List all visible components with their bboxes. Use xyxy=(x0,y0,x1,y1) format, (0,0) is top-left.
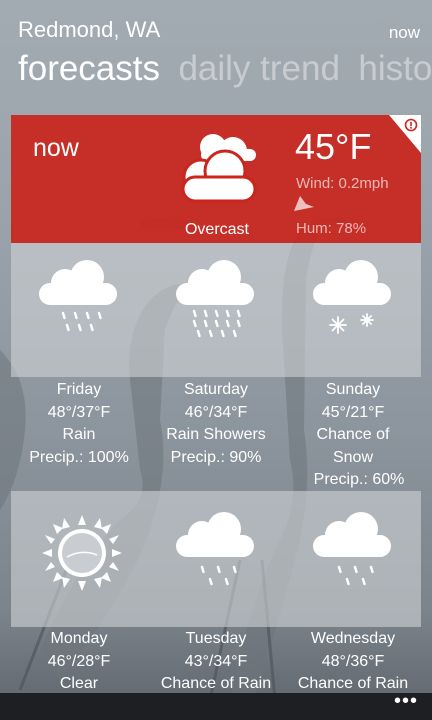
forecast-condition-line-2: Snow xyxy=(332,448,374,466)
forecast-day-wednesday[interactable]: Wednesday 48°/36°F Chance of Rain xyxy=(286,628,420,696)
forecast-day-name: Monday xyxy=(50,630,108,647)
chance-rain-cloud-icon xyxy=(176,512,254,586)
forecast-temps: 43°/34°F xyxy=(184,652,248,670)
pivot-header: forecasts daily trend histo xyxy=(18,46,432,96)
location-title: Redmond, WA xyxy=(18,17,161,42)
forecast-temps: 48°/36°F xyxy=(321,652,385,670)
forecast-day-tuesday[interactable]: Tuesday 43°/34°F Chance of Rain xyxy=(149,628,283,696)
forecast-day-saturday[interactable]: Saturday 46°/34°F Rain Showers Precip.: … xyxy=(149,379,283,469)
pivot-tab-forecasts[interactable]: forecasts xyxy=(18,46,160,92)
forecast-day-name: Tuesday xyxy=(185,630,247,647)
forecast-day-name: Saturday xyxy=(183,381,249,398)
forecast-icons-row-2 xyxy=(11,491,421,627)
app-bar: ••• xyxy=(0,691,432,720)
forecast-day-name: Sunday xyxy=(325,381,381,398)
forecast-temps: 45°/21°F xyxy=(321,403,385,421)
now-link[interactable]: now xyxy=(389,22,420,44)
pivot-tab-history[interactable]: histo xyxy=(358,46,432,92)
pivot-tab-daily-trend[interactable]: daily trend xyxy=(178,46,339,92)
forecast-temps: 46°/28°F xyxy=(47,652,111,670)
forecast-condition: Chance of xyxy=(316,426,390,443)
forecast-precip: Precip.: 90% xyxy=(170,448,262,466)
current-label: now xyxy=(33,134,79,162)
current-wind: Wind: 0.2mph xyxy=(296,175,389,192)
forecast-precip: Precip.: 100% xyxy=(29,448,129,466)
forecast-day-name: Friday xyxy=(56,381,102,398)
snow-cloud-icon xyxy=(313,260,391,334)
chance-rain-cloud-icon xyxy=(313,512,391,586)
current-conditions-card[interactable]: now Overcast 45°F Wind: 0.2mph Hum: 78% xyxy=(11,115,421,243)
forecast-temps: 46°/34°F xyxy=(184,403,248,421)
forecast-day-friday[interactable]: Friday 48°/37°F Rain Precip.: 100% xyxy=(12,379,146,469)
forecast-day-name: Wednesday xyxy=(310,630,396,647)
current-humidity: Hum: 78% xyxy=(296,220,367,237)
forecast-temps: 48°/37°F xyxy=(47,403,111,421)
forecast-day-monday[interactable]: Monday 46°/28°F Clear xyxy=(12,628,146,696)
wind-direction-icon xyxy=(294,196,314,211)
forecast-precip: Precip.: 60% xyxy=(313,471,405,488)
forecast-condition: Rain xyxy=(62,426,96,443)
more-options-button[interactable]: ••• xyxy=(394,691,418,711)
weather-alert-icon[interactable] xyxy=(389,115,421,153)
sun-icon xyxy=(42,515,122,591)
rain-cloud-icon xyxy=(39,260,117,332)
rain-showers-cloud-icon xyxy=(176,260,254,338)
overcast-cloud-icon xyxy=(181,134,257,203)
forecast-icons-row-1 xyxy=(11,243,421,377)
current-temperature: 45°F xyxy=(295,126,372,167)
forecast-day-sunday[interactable]: Sunday 45°/21°F Chance of Snow Precip.: … xyxy=(286,379,420,492)
forecast-condition: Rain Showers xyxy=(166,426,266,443)
current-condition-text: Overcast xyxy=(184,221,249,238)
